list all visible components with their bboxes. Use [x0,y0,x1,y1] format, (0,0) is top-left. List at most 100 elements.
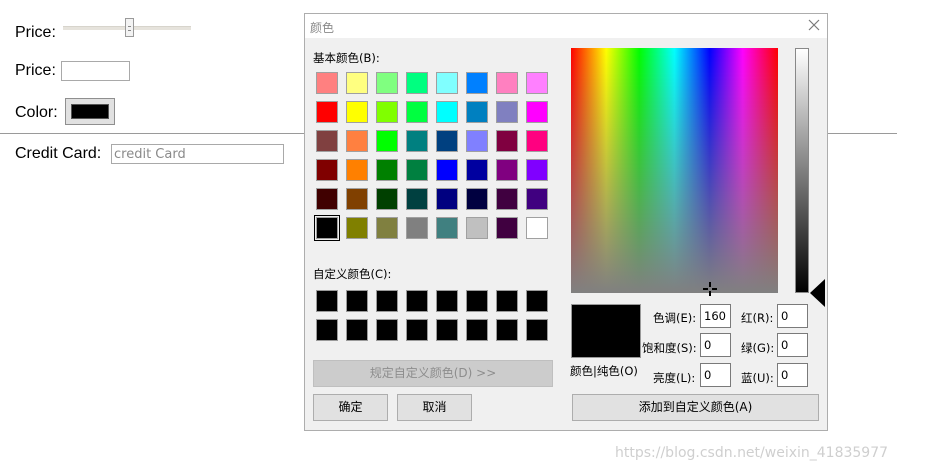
basic-color-swatch[interactable] [376,130,398,152]
basic-color-swatch[interactable] [526,188,548,210]
custom-color-swatch[interactable] [436,290,458,312]
luminance-label: 亮度(L): [653,371,696,385]
crosshair-icon [703,282,717,296]
basic-color-swatch[interactable] [526,130,548,152]
basic-color-swatch[interactable] [316,72,338,94]
basic-color-swatch[interactable] [316,188,338,210]
basic-color-swatch[interactable] [436,72,458,94]
red-label: 红(R): [741,311,774,325]
basic-color-swatch[interactable] [316,159,338,181]
blue-field[interactable]: 0 [777,363,808,387]
basic-color-swatch[interactable] [466,159,488,181]
basic-color-swatch[interactable] [406,217,428,239]
basic-color-swatch[interactable] [526,159,548,181]
custom-color-swatch[interactable] [406,290,428,312]
luminance-field[interactable]: 0 [700,363,731,387]
define-custom-colors-button[interactable]: 规定自定义颜色(D) >> [313,360,553,387]
custom-color-swatch[interactable] [466,319,488,341]
color-dialog: 颜色 基本颜色(B): 自定义颜色(C): 规定自定义颜色(D) >> 确定 取… [304,13,828,431]
basic-color-swatch[interactable] [526,101,548,123]
basic-color-swatch[interactable] [496,188,518,210]
basic-color-swatch[interactable] [406,159,428,181]
luminance-arrow-icon[interactable] [810,279,825,307]
color-picker-button[interactable] [65,98,115,125]
red-field[interactable]: 0 [777,304,808,328]
basic-color-swatch[interactable] [436,101,458,123]
custom-color-swatch[interactable] [346,290,368,312]
hue-label: 色调(E): [653,311,697,325]
basic-color-swatch[interactable] [376,188,398,210]
basic-color-swatch[interactable] [376,72,398,94]
credit-card-label: Credit Card: [15,145,102,162]
basic-color-swatch[interactable] [346,130,368,152]
custom-color-swatch[interactable] [496,290,518,312]
basic-color-swatch[interactable] [466,188,488,210]
basic-color-swatch[interactable] [406,188,428,210]
price-input[interactable] [61,61,130,81]
basic-color-swatch[interactable] [466,101,488,123]
color-spectrum[interactable] [571,48,778,293]
ok-button[interactable]: 确定 [313,394,388,421]
basic-color-swatch[interactable] [466,217,488,239]
add-to-custom-colors-button[interactable]: 添加到自定义颜色(A) [572,394,819,421]
green-field[interactable]: 0 [777,333,808,357]
custom-color-swatch[interactable] [346,319,368,341]
basic-color-swatch[interactable] [314,215,340,241]
basic-color-swatch[interactable] [526,72,548,94]
basic-color-swatch[interactable] [316,101,338,123]
basic-color-swatch[interactable] [346,101,368,123]
saturation-field[interactable]: 0 [700,333,731,357]
basic-color-swatch[interactable] [376,217,398,239]
basic-color-swatch[interactable] [346,159,368,181]
credit-card-input[interactable] [111,144,284,164]
hue-field[interactable]: 160 [700,304,731,328]
basic-color-swatch[interactable] [436,217,458,239]
basic-color-swatch[interactable] [496,130,518,152]
basic-color-swatch[interactable] [436,188,458,210]
close-icon[interactable] [807,18,821,32]
basic-color-swatch[interactable] [466,130,488,152]
custom-color-swatch[interactable] [436,319,458,341]
basic-color-swatch[interactable] [406,72,428,94]
luminance-bar[interactable] [795,48,809,293]
color-swatch [71,104,109,119]
basic-color-swatch[interactable] [316,130,338,152]
custom-color-swatch[interactable] [376,290,398,312]
price-label: Price: [15,24,56,41]
basic-color-swatch[interactable] [376,159,398,181]
basic-color-swatch[interactable] [526,217,548,239]
basic-color-swatch[interactable] [376,101,398,123]
blue-label: 蓝(U): [741,371,774,385]
custom-color-swatch[interactable] [376,319,398,341]
basic-color-swatch[interactable] [346,217,368,239]
watermark: https://blog.csdn.net/weixin_41835977 [615,445,889,461]
custom-color-swatch[interactable] [466,290,488,312]
custom-color-swatch[interactable] [526,319,548,341]
green-label: 绿(G): [741,341,775,355]
basic-color-swatch[interactable] [466,72,488,94]
custom-color-swatch[interactable] [496,319,518,341]
basic-color-swatch[interactable] [346,72,368,94]
basic-color-swatch[interactable] [406,101,428,123]
basic-color-swatch[interactable] [496,217,518,239]
color-solid-label: 颜色|纯色(O) [570,364,638,378]
custom-colors-label: 自定义颜色(C): [313,267,392,281]
basic-color-swatch[interactable] [436,130,458,152]
basic-color-swatch[interactable] [406,130,428,152]
basic-color-swatch[interactable] [346,188,368,210]
color-preview [571,304,641,358]
custom-color-swatch[interactable] [526,290,548,312]
basic-color-swatch[interactable] [496,101,518,123]
basic-colors-label: 基本颜色(B): [313,51,380,65]
basic-color-swatch[interactable] [496,72,518,94]
custom-color-swatch[interactable] [316,290,338,312]
basic-color-swatch[interactable] [496,159,518,181]
color-label: Color: [15,104,58,121]
custom-color-swatch[interactable] [316,319,338,341]
saturation-label: 饱和度(S): [642,341,697,355]
cancel-button[interactable]: 取消 [397,394,472,421]
custom-color-swatch[interactable] [406,319,428,341]
price-slider-thumb[interactable] [125,18,134,37]
basic-color-swatch[interactable] [436,159,458,181]
dialog-title-bar: 颜色 [305,14,827,38]
